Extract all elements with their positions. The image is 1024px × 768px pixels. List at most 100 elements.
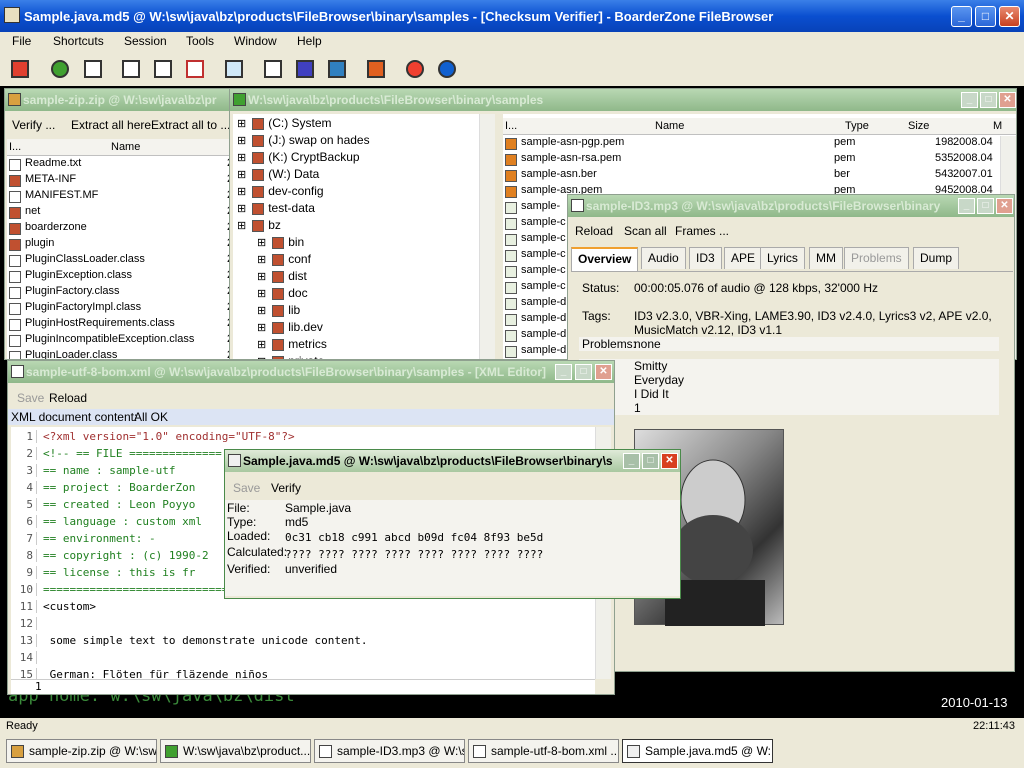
tab-audio[interactable]: Audio [641, 247, 686, 269]
col-type-header[interactable]: Type [845, 120, 869, 132]
verify-button[interactable]: Verify ... [12, 118, 55, 132]
reload-button[interactable]: Reload [49, 391, 87, 405]
table-row[interactable]: sample-asn-pgp.pem pem 198 2008.04 [503, 136, 1000, 152]
close-button[interactable]: ✕ [996, 198, 1013, 214]
expand-icon[interactable]: ⊞ [257, 322, 266, 334]
list-item[interactable]: plugin2 [7, 237, 243, 253]
expand-icon[interactable]: ⊞ [257, 237, 266, 249]
col-icon-header[interactable]: I... [9, 141, 21, 153]
menu-shortcuts[interactable]: Shortcuts [53, 34, 104, 48]
close-button[interactable]: ✕ [661, 453, 678, 469]
frames-button[interactable]: Frames ... [675, 224, 729, 238]
table-row[interactable]: sample-asn.ber ber 543 2007.01 [503, 168, 1000, 184]
list-item[interactable]: boarderzone2 [7, 221, 243, 237]
task-mp3[interactable]: sample-ID3.mp3 @ W:\s... [314, 739, 465, 763]
list-item[interactable]: PluginFactory.class2 [7, 285, 243, 301]
menu-session[interactable]: Session [124, 34, 167, 48]
list-item[interactable]: PluginException.class2 [7, 269, 243, 285]
expand-icon[interactable]: ⊞ [257, 271, 266, 283]
zip-window-titlebar[interactable]: sample-zip.zip @ W:\sw\java\bz\pr [5, 89, 243, 111]
tree-node[interactable]: ⊞ doc [257, 286, 308, 302]
cascade-icon[interactable] [117, 55, 145, 83]
expand-icon[interactable]: ⊞ [257, 305, 266, 317]
tab-id3[interactable]: ID3 [689, 247, 722, 269]
expand-icon[interactable]: ⊞ [237, 169, 246, 181]
tab-problems[interactable]: Problems [844, 247, 909, 269]
scan-all-button[interactable]: Scan all [624, 224, 667, 238]
mp3-window-titlebar[interactable]: sample-ID3.mp3 @ W:\sw\java\bz\products\… [568, 195, 1014, 217]
expand-icon[interactable]: ⊞ [257, 288, 266, 300]
tab-ape[interactable]: APE [724, 247, 763, 269]
task-browser[interactable]: W:\sw\java\bz\product... [160, 739, 311, 763]
task-xml[interactable]: sample-utf-8-bom.xml ... [468, 739, 619, 763]
xml-window-titlebar[interactable]: sample-utf-8-bom.xml @ W:\sw\java\bz\pro… [8, 361, 614, 383]
close-button[interactable]: ✕ [595, 364, 612, 380]
tree-node[interactable]: ⊞ (K:) CryptBackup [237, 150, 360, 166]
verify-button[interactable]: Verify [271, 481, 301, 495]
tab-lyrics[interactable]: Lyrics [760, 247, 805, 269]
menu-window[interactable]: Window [234, 34, 277, 48]
maximize-button[interactable]: □ [977, 198, 994, 214]
expand-icon[interactable]: ⊞ [237, 135, 246, 147]
minimize-button[interactable]: _ [961, 92, 978, 108]
expand-icon[interactable]: ⊞ [257, 254, 266, 266]
minimize-button[interactable]: _ [623, 453, 640, 469]
col-size-header[interactable]: Size [908, 120, 929, 132]
help-lifebuoy-icon[interactable] [401, 55, 429, 83]
tree-node[interactable]: ⊞ dev-config [237, 184, 324, 200]
minimize-button[interactable]: _ [951, 6, 972, 27]
list-item[interactable]: PluginFactoryImpl.class2 [7, 301, 243, 317]
expand-icon[interactable]: ⊞ [237, 220, 246, 232]
list-item[interactable]: PluginLoader.class2 [7, 349, 243, 359]
tree-scrollbar[interactable] [479, 114, 495, 359]
menu-file[interactable]: File [12, 34, 31, 48]
info-icon[interactable] [433, 55, 461, 83]
tree-node[interactable]: ⊞ lib.dev [257, 320, 323, 336]
minimize-button[interactable]: _ [555, 364, 572, 380]
tree-node[interactable]: ⊞ bin [257, 235, 304, 251]
save-button[interactable]: Save [17, 391, 44, 405]
exit-icon[interactable] [6, 55, 34, 83]
col-name-header[interactable]: Name [655, 120, 684, 132]
list-item[interactable]: net2 [7, 205, 243, 221]
minimize-button[interactable]: _ [958, 198, 975, 214]
list-item[interactable]: META-INF2 [7, 173, 243, 189]
close-button[interactable]: ✕ [999, 6, 1020, 27]
network-icon[interactable] [220, 55, 248, 83]
list-item[interactable]: PluginClassLoader.class2 [7, 253, 243, 269]
list-item[interactable]: PluginHostRequirements.class2 [7, 317, 243, 333]
extract-to-button[interactable]: Extract all to ... [151, 118, 230, 132]
reload-button[interactable]: Reload [575, 224, 613, 238]
tile-icon[interactable] [149, 55, 177, 83]
task-zip[interactable]: sample-zip.zip @ W:\sw... [6, 739, 157, 763]
tree-node[interactable]: ⊞ dist [257, 269, 307, 285]
tree-node[interactable]: ⊞ lib [257, 303, 300, 319]
list-item[interactable]: PluginIncompatibleException.class2 [7, 333, 243, 349]
list-item[interactable]: Readme.txt2 [7, 157, 243, 173]
col-icon-header[interactable]: I... [505, 120, 517, 132]
close-button[interactable]: ✕ [999, 92, 1016, 108]
tab-dump[interactable]: Dump [913, 247, 960, 269]
tree-node[interactable]: ⊞ conf [257, 252, 311, 268]
tree-node[interactable]: ⊞ metrics [257, 337, 327, 353]
tree-node[interactable]: ⊞ (W:) Data [237, 167, 319, 183]
new-window-icon[interactable] [79, 55, 107, 83]
tree-node[interactable]: ⊞ bz [237, 218, 281, 234]
expand-icon[interactable]: ⊞ [257, 339, 266, 351]
menu-help[interactable]: Help [297, 34, 322, 48]
tab-overview[interactable]: Overview [571, 247, 639, 271]
table-row[interactable]: sample-asn-rsa.pem pem 535 2008.04 [503, 152, 1000, 168]
tree-node[interactable]: ⊞ (J:) swap on hades [237, 133, 370, 149]
power-icon[interactable] [362, 55, 390, 83]
tree-node[interactable]: ⊞ (C:) System [237, 116, 332, 132]
palette-icon[interactable] [291, 55, 319, 83]
maximize-button[interactable]: □ [980, 92, 997, 108]
cube-icon[interactable] [323, 55, 351, 83]
extract-here-button[interactable]: Extract all here [71, 118, 151, 132]
col-name-header[interactable]: Name [111, 141, 140, 153]
maximize-button[interactable]: □ [575, 364, 592, 380]
save-button[interactable]: Save [233, 481, 260, 495]
maximize-button[interactable]: □ [642, 453, 659, 469]
col-date-header[interactable]: M [993, 120, 1002, 132]
download-icon[interactable] [181, 55, 209, 83]
